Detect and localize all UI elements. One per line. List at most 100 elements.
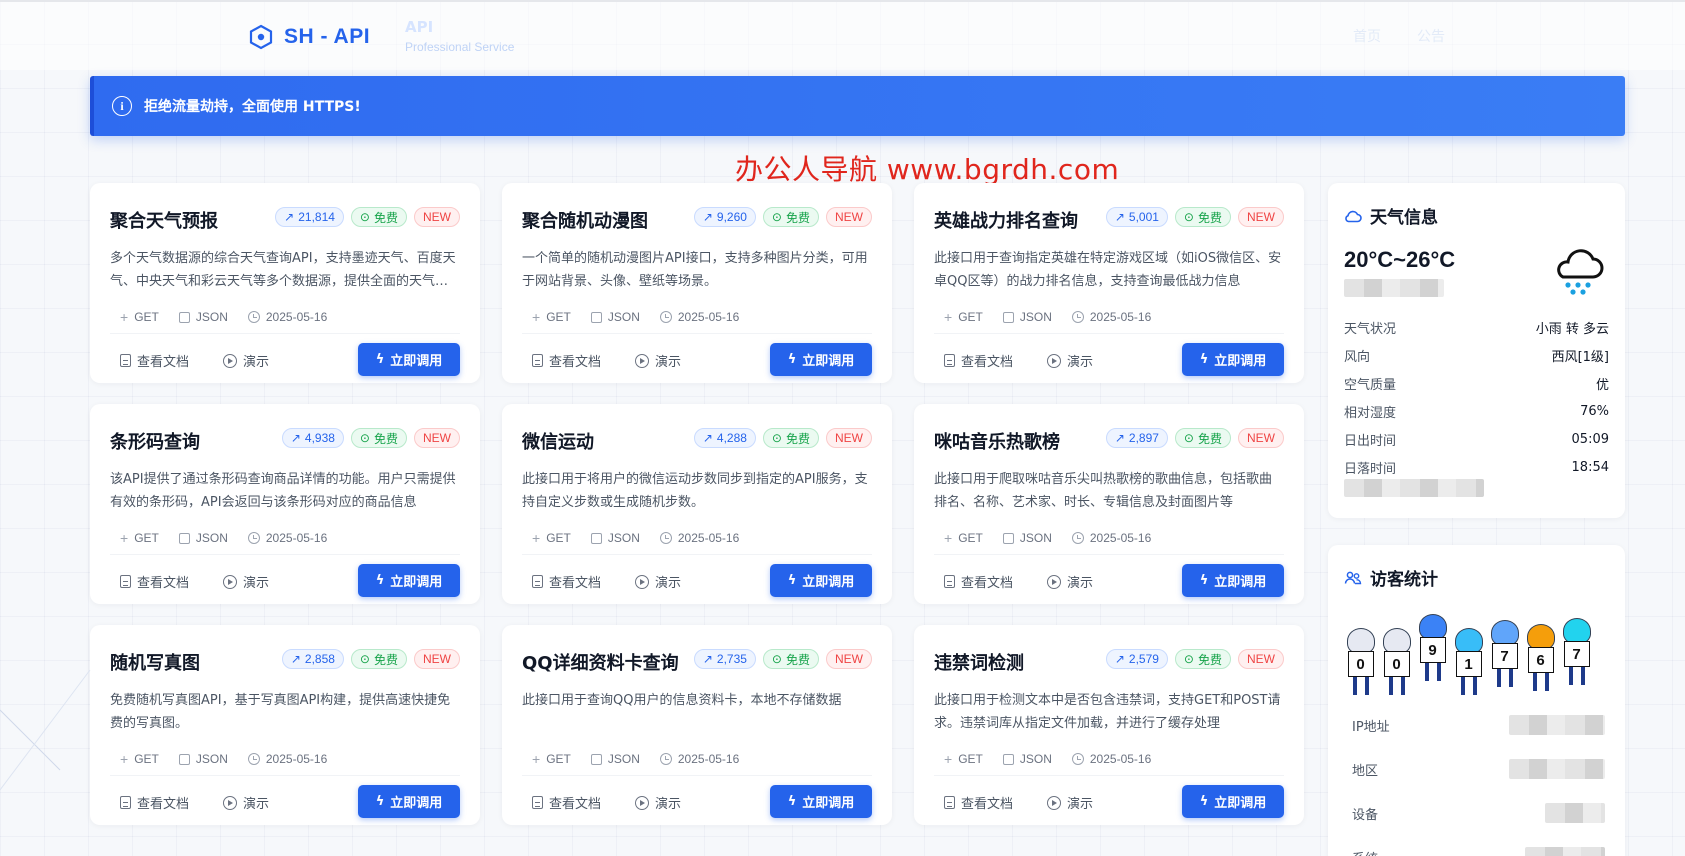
blurred-weather-note [1344, 479, 1484, 497]
notice-text: 拒绝流量劫持，全面使用 HTTPS! [144, 99, 361, 115]
blurred-visitor-value [1509, 759, 1605, 779]
api-card-title[interactable]: 英雄战力排名查询 [934, 207, 1078, 233]
api-card-title[interactable]: 咪咕音乐热歌榜 [934, 428, 1060, 454]
trend-up-icon: ↗ [1114, 652, 1125, 666]
demo-link[interactable]: 演示 [1047, 572, 1093, 591]
invoke-label: 立即调用 [390, 575, 443, 590]
api-card-meta: + GET JSON 2025-05-16 [532, 751, 739, 767]
view-docs-link[interactable]: 查看文档 [120, 793, 189, 812]
visitor-row: 设备 [1352, 791, 1605, 835]
api-card-title[interactable]: 聚合天气预报 [110, 207, 218, 233]
api-card-title[interactable]: 违禁词检测 [934, 649, 1024, 675]
demo-link[interactable]: 演示 [635, 572, 681, 591]
api-card[interactable]: 英雄战力排名查询 ↗ 5,001 ⊙ 免费 NEW 此接口用于查询指定英雄在特定游戏区域（如… [914, 183, 1304, 383]
cloud-icon [1345, 210, 1362, 222]
nav-announcement[interactable]: 公告 [1417, 26, 1445, 46]
demo-link[interactable]: 演示 [1047, 793, 1093, 812]
new-badge: NEW [1238, 428, 1284, 448]
api-card-title[interactable]: 聚合随机动漫图 [522, 207, 648, 233]
blurred-visitor-value [1545, 803, 1605, 823]
api-card-title[interactable]: QQ详细资料卡查询 [522, 649, 679, 675]
view-docs-link[interactable]: 查看文档 [944, 572, 1013, 591]
format-label: JSON [607, 310, 640, 324]
date-meta: 2025-05-16 [247, 751, 327, 767]
invoke-now-button[interactable]: ϟ 立即调用 [1182, 564, 1284, 597]
method-label: GET [546, 752, 571, 766]
view-docs-link[interactable]: 查看文档 [120, 351, 189, 370]
views-badge: ↗ 9,260 [693, 207, 756, 227]
view-docs-link[interactable]: 查看文档 [944, 793, 1013, 812]
demo-link[interactable]: 演示 [635, 793, 681, 812]
square-icon [1002, 753, 1014, 765]
view-docs-link[interactable]: 查看文档 [532, 351, 601, 370]
clock-icon [1071, 311, 1084, 323]
chibi-legs [1568, 667, 1585, 685]
view-docs-link[interactable]: 查看文档 [120, 572, 189, 591]
decorative-lines [0, 669, 91, 791]
views-count: 2,579 [1128, 652, 1159, 666]
invoke-now-button[interactable]: ϟ 立即调用 [1182, 785, 1284, 818]
check-circle-icon: ⊙ [1183, 210, 1194, 224]
api-card-title[interactable]: 微信运动 [522, 428, 594, 454]
chibi-legs [1496, 669, 1513, 687]
top-nav: 首页 公告 [1353, 26, 1445, 46]
api-card[interactable]: 违禁词检测 ↗ 2,579 ⊙ 免费 NEW 此接口用于检测文本中是否包含违禁词，支持GET… [914, 625, 1304, 825]
view-docs-link[interactable]: 查看文档 [532, 793, 601, 812]
demo-label: 演示 [243, 355, 270, 370]
api-card-actions: 查看文档 演示 [120, 572, 269, 591]
view-docs-link[interactable]: 查看文档 [532, 572, 601, 591]
view-docs-label: 查看文档 [961, 355, 1014, 370]
invoke-now-button[interactable]: ϟ 立即调用 [770, 785, 872, 818]
demo-link[interactable]: 演示 [223, 351, 269, 370]
api-card-meta: + GET JSON 2025-05-16 [944, 530, 1151, 546]
date-meta: 2025-05-16 [247, 309, 327, 325]
site-logo[interactable]: SH - API [248, 24, 370, 50]
demo-link[interactable]: 演示 [1047, 351, 1093, 370]
method-label: GET [958, 752, 983, 766]
square-icon [1002, 311, 1014, 323]
api-card[interactable]: 微信运动 ↗ 4,288 ⊙ 免费 NEW 此接口用于将用户的微信运动步数同步到指定的API… [502, 404, 892, 604]
weather-key: 天气状况 [1344, 321, 1397, 337]
weather-value: 优 [1595, 377, 1609, 393]
api-card[interactable]: 条形码查询 ↗ 4,938 ⊙ 免费 NEW 该API提供了通过条形码查询商品详情的功能。用… [90, 404, 480, 604]
weather-row: 风向 西风[1级] [1344, 341, 1609, 369]
method-meta: + GET [120, 530, 159, 546]
api-card-title[interactable]: 条形码查询 [110, 428, 200, 454]
api-card[interactable]: QQ详细资料卡查询 ↗ 2,735 ⊙ 免费 NEW 此接口用于查询QQ用户的信息资料卡，本… [502, 625, 892, 825]
demo-link[interactable]: 演示 [635, 351, 681, 370]
visitor-row: IP地址 [1352, 703, 1605, 747]
invoke-now-button[interactable]: ϟ 立即调用 [770, 343, 872, 376]
card-divider [934, 775, 1284, 776]
invoke-now-button[interactable]: ϟ 立即调用 [358, 343, 460, 376]
invoke-now-button[interactable]: ϟ 立即调用 [770, 564, 872, 597]
chibi-legs [1460, 677, 1477, 695]
free-badge: ⊙ 免费 [1174, 207, 1231, 227]
date-label: 2025-05-16 [677, 752, 740, 766]
invoke-now-button[interactable]: ϟ 立即调用 [358, 564, 460, 597]
lightning-icon: ϟ [375, 794, 385, 809]
format-meta: JSON [1002, 751, 1052, 767]
method-label: GET [958, 531, 983, 545]
top-header: SH - API API Professional Service 首页 公告 [0, 0, 1685, 70]
api-card[interactable]: 聚合天气预报 ↗ 21,814 ⊙ 免费 NEW 多个天气数据源的综合天气查询API，支持墨… [90, 183, 480, 383]
format-meta: JSON [178, 751, 228, 767]
view-docs-link[interactable]: 查看文档 [944, 351, 1013, 370]
demo-label: 演示 [655, 355, 682, 370]
check-circle-icon: ⊙ [359, 210, 370, 224]
api-card-badges: ↗ 2,858 ⊙ 免费 NEW [281, 649, 460, 669]
play-icon [223, 353, 238, 368]
invoke-now-button[interactable]: ϟ 立即调用 [358, 785, 460, 818]
api-card-title[interactable]: 随机写真图 [110, 649, 200, 675]
plus-icon: + [120, 309, 129, 325]
demo-link[interactable]: 演示 [223, 572, 269, 591]
api-card[interactable]: 随机写真图 ↗ 2,858 ⊙ 免费 NEW 免费随机写真图API，基于写真图API构建，提… [90, 625, 480, 825]
view-docs-label: 查看文档 [549, 797, 602, 812]
nav-home[interactable]: 首页 [1353, 26, 1381, 46]
free-label: 免费 [373, 210, 398, 225]
play-icon [223, 574, 238, 589]
demo-link[interactable]: 演示 [223, 793, 269, 812]
api-card[interactable]: 咪咕音乐热歌榜 ↗ 2,897 ⊙ 免费 NEW 此接口用于爬取咪咕音乐尖叫热歌榜的歌曲信息… [914, 404, 1304, 604]
api-card[interactable]: 聚合随机动漫图 ↗ 9,260 ⊙ 免费 NEW 一个简单的随机动漫图片API接口，支持多种… [502, 183, 892, 383]
invoke-now-button[interactable]: ϟ 立即调用 [1182, 343, 1284, 376]
card-divider [522, 333, 872, 334]
